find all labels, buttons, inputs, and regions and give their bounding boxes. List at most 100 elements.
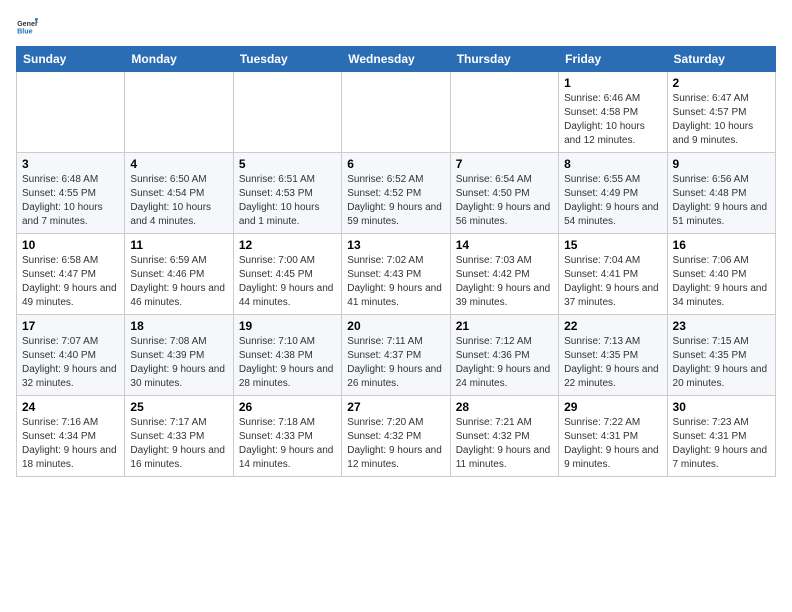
calendar-week-row: 24 Sunrise: 7:16 AM Sunset: 4:34 PM Dayli… [17, 396, 776, 477]
header: General Blue [16, 16, 776, 38]
calendar-cell: 7 Sunrise: 6:54 AM Sunset: 4:50 PM Daylig… [450, 153, 558, 234]
day-number: 17 [22, 319, 119, 333]
day-info: Sunrise: 7:15 AM Sunset: 4:35 PM Dayligh… [673, 335, 770, 391]
weekday-header: Saturday [667, 47, 775, 72]
weekday-header: Tuesday [233, 47, 341, 72]
day-info: Sunrise: 7:12 AM Sunset: 4:36 PM Dayligh… [456, 335, 553, 391]
day-number: 16 [673, 238, 770, 252]
day-number: 14 [456, 238, 553, 252]
day-number: 25 [130, 400, 227, 414]
calendar-cell: 6 Sunrise: 6:52 AM Sunset: 4:52 PM Daylig… [342, 153, 450, 234]
calendar-cell: 23Sunrise: 7:15 AM Sunset: 4:35 PM Dayli… [667, 315, 775, 396]
day-number: 12 [239, 238, 336, 252]
day-info: Sunrise: 7:07 AM Sunset: 4:40 PM Dayligh… [22, 335, 119, 391]
day-number: 1 [564, 76, 661, 90]
day-info: Sunrise: 7:17 AM Sunset: 4:33 PM Dayligh… [130, 416, 227, 472]
day-number: 29 [564, 400, 661, 414]
day-info: Sunrise: 6:59 AM Sunset: 4:46 PM Dayligh… [130, 254, 227, 310]
day-info: Sunrise: 6:47 AM Sunset: 4:57 PM Dayligh… [673, 92, 770, 148]
weekday-header: Sunday [17, 47, 125, 72]
weekday-header: Monday [125, 47, 233, 72]
calendar-cell: 13 Sunrise: 7:02 AM Sunset: 4:43 PM Dayli… [342, 234, 450, 315]
day-number: 21 [456, 319, 553, 333]
calendar-week-row: 3Sunrise: 6:48 AM Sunset: 4:55 PM Daylig… [17, 153, 776, 234]
calendar-cell: 4 Sunrise: 6:50 AM Sunset: 4:54 PM Daylig… [125, 153, 233, 234]
calendar-cell [450, 72, 558, 153]
day-number: 19 [239, 319, 336, 333]
logo: General Blue [16, 16, 38, 38]
day-info: Sunrise: 7:10 AM Sunset: 4:38 PM Dayligh… [239, 335, 336, 391]
day-number: 30 [673, 400, 770, 414]
calendar-header-row: SundayMondayTuesdayWednesdayThursdayFrid… [17, 47, 776, 72]
day-number: 28 [456, 400, 553, 414]
day-info: Sunrise: 7:21 AM Sunset: 4:32 PM Dayligh… [456, 416, 553, 472]
calendar-cell: 17 Sunrise: 7:07 AM Sunset: 4:40 PM Dayli… [17, 315, 125, 396]
calendar-week-row: 1 Sunrise: 6:46 AM Sunset: 4:58 PM Daylig… [17, 72, 776, 153]
day-info: Sunrise: 7:06 AM Sunset: 4:40 PM Dayligh… [673, 254, 770, 310]
day-number: 8 [564, 157, 661, 171]
day-number: 5 [239, 157, 336, 171]
calendar-cell: 3Sunrise: 6:48 AM Sunset: 4:55 PM Daylig… [17, 153, 125, 234]
day-info: Sunrise: 6:58 AM Sunset: 4:47 PM Dayligh… [22, 254, 119, 310]
calendar-cell: 1 Sunrise: 6:46 AM Sunset: 4:58 PM Daylig… [559, 72, 667, 153]
calendar-cell: 10 Sunrise: 6:58 AM Sunset: 4:47 PM Dayli… [17, 234, 125, 315]
day-info: Sunrise: 7:02 AM Sunset: 4:43 PM Dayligh… [347, 254, 444, 310]
calendar-week-row: 10 Sunrise: 6:58 AM Sunset: 4:47 PM Dayli… [17, 234, 776, 315]
calendar-cell: 24 Sunrise: 7:16 AM Sunset: 4:34 PM Dayli… [17, 396, 125, 477]
calendar-cell [17, 72, 125, 153]
day-number: 11 [130, 238, 227, 252]
calendar-cell: 5Sunrise: 6:51 AM Sunset: 4:53 PM Daylig… [233, 153, 341, 234]
day-number: 6 [347, 157, 444, 171]
calendar-cell: 19 Sunrise: 7:10 AM Sunset: 4:38 PM Dayli… [233, 315, 341, 396]
day-number: 18 [130, 319, 227, 333]
weekday-header: Wednesday [342, 47, 450, 72]
day-number: 27 [347, 400, 444, 414]
day-number: 10 [22, 238, 119, 252]
day-info: Sunrise: 6:46 AM Sunset: 4:58 PM Dayligh… [564, 92, 661, 148]
day-number: 7 [456, 157, 553, 171]
day-info: Sunrise: 7:00 AM Sunset: 4:45 PM Dayligh… [239, 254, 336, 310]
day-info: Sunrise: 7:04 AM Sunset: 4:41 PM Dayligh… [564, 254, 661, 310]
day-number: 24 [22, 400, 119, 414]
day-info: Sunrise: 6:52 AM Sunset: 4:52 PM Dayligh… [347, 173, 444, 229]
day-info: Sunrise: 7:16 AM Sunset: 4:34 PM Dayligh… [22, 416, 119, 472]
day-info: Sunrise: 7:11 AM Sunset: 4:37 PM Dayligh… [347, 335, 444, 391]
day-number: 2 [673, 76, 770, 90]
day-info: Sunrise: 7:13 AM Sunset: 4:35 PM Dayligh… [564, 335, 661, 391]
day-number: 4 [130, 157, 227, 171]
calendar-cell: 29 Sunrise: 7:22 AM Sunset: 4:31 PM Dayli… [559, 396, 667, 477]
calendar-cell: 30 Sunrise: 7:23 AM Sunset: 4:31 PM Dayli… [667, 396, 775, 477]
day-number: 13 [347, 238, 444, 252]
day-info: Sunrise: 6:56 AM Sunset: 4:48 PM Dayligh… [673, 173, 770, 229]
day-number: 9 [673, 157, 770, 171]
calendar-cell: 8 Sunrise: 6:55 AM Sunset: 4:49 PM Daylig… [559, 153, 667, 234]
calendar-cell: 18 Sunrise: 7:08 AM Sunset: 4:39 PM Dayli… [125, 315, 233, 396]
calendar-cell: 21 Sunrise: 7:12 AM Sunset: 4:36 PM Dayli… [450, 315, 558, 396]
calendar-cell: 14 Sunrise: 7:03 AM Sunset: 4:42 PM Dayli… [450, 234, 558, 315]
calendar-cell [125, 72, 233, 153]
calendar-cell: 25 Sunrise: 7:17 AM Sunset: 4:33 PM Dayli… [125, 396, 233, 477]
calendar-cell: 26Sunrise: 7:18 AM Sunset: 4:33 PM Dayli… [233, 396, 341, 477]
day-info: Sunrise: 6:55 AM Sunset: 4:49 PM Dayligh… [564, 173, 661, 229]
weekday-header: Thursday [450, 47, 558, 72]
day-info: Sunrise: 7:22 AM Sunset: 4:31 PM Dayligh… [564, 416, 661, 472]
day-info: Sunrise: 6:50 AM Sunset: 4:54 PM Dayligh… [130, 173, 227, 229]
day-info: Sunrise: 7:18 AM Sunset: 4:33 PM Dayligh… [239, 416, 336, 472]
calendar-cell [233, 72, 341, 153]
day-info: Sunrise: 6:54 AM Sunset: 4:50 PM Dayligh… [456, 173, 553, 229]
svg-text:General: General [17, 20, 38, 28]
calendar-cell [342, 72, 450, 153]
day-info: Sunrise: 7:20 AM Sunset: 4:32 PM Dayligh… [347, 416, 444, 472]
day-number: 15 [564, 238, 661, 252]
weekday-header: Friday [559, 47, 667, 72]
calendar-week-row: 17 Sunrise: 7:07 AM Sunset: 4:40 PM Dayli… [17, 315, 776, 396]
day-info: Sunrise: 7:08 AM Sunset: 4:39 PM Dayligh… [130, 335, 227, 391]
calendar-cell: 9 Sunrise: 6:56 AM Sunset: 4:48 PM Daylig… [667, 153, 775, 234]
day-info: Sunrise: 7:03 AM Sunset: 4:42 PM Dayligh… [456, 254, 553, 310]
day-info: Sunrise: 7:23 AM Sunset: 4:31 PM Dayligh… [673, 416, 770, 472]
calendar-table: SundayMondayTuesdayWednesdayThursdayFrid… [16, 46, 776, 477]
svg-text:Blue: Blue [17, 28, 33, 36]
calendar-cell: 11 Sunrise: 6:59 AM Sunset: 4:46 PM Dayli… [125, 234, 233, 315]
calendar-cell: 20Sunrise: 7:11 AM Sunset: 4:37 PM Dayli… [342, 315, 450, 396]
calendar-cell: 2 Sunrise: 6:47 AM Sunset: 4:57 PM Daylig… [667, 72, 775, 153]
